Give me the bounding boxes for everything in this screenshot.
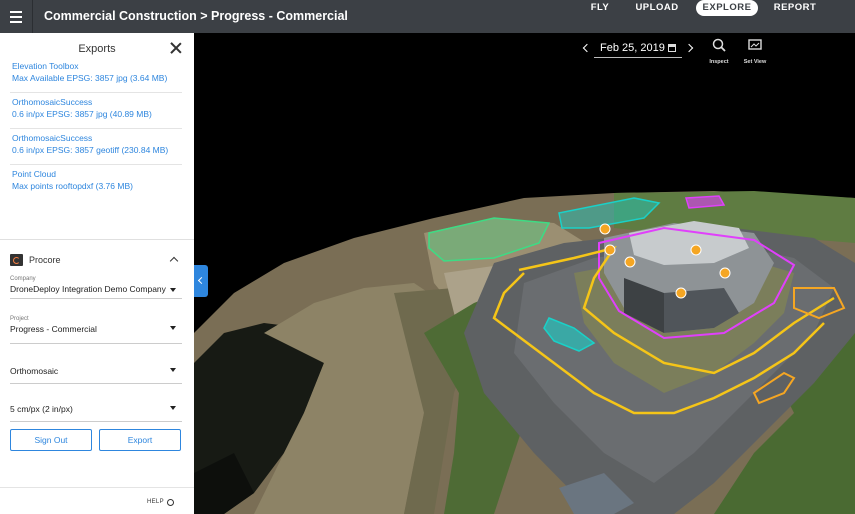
- exports-list[interactable]: Elevation Toolbox Max Available EPSG: 38…: [0, 63, 194, 203]
- export-button[interactable]: Export: [99, 429, 181, 451]
- field-underline: [10, 383, 182, 384]
- field-underline: [10, 343, 182, 344]
- caret-down-icon[interactable]: [170, 368, 176, 372]
- resolution-select[interactable]: 5 cm/px (2 in/px): [10, 404, 73, 414]
- export-name[interactable]: Point Cloud: [12, 169, 56, 179]
- divider: [10, 92, 182, 93]
- map-viewport[interactable]: [194, 33, 855, 514]
- export-details[interactable]: 0.6 in/px EPSG: 3857 jpg (40.89 MB): [12, 109, 152, 119]
- set-view-icon: [748, 39, 762, 50]
- export-details[interactable]: Max points rooftopdxf (3.76 MB): [12, 181, 133, 191]
- date-underline: [594, 57, 682, 58]
- project-label: Project: [10, 316, 29, 322]
- top-bar: Commercial Construction > Progress - Com…: [0, 0, 855, 33]
- export-name[interactable]: Elevation Toolbox: [12, 63, 78, 71]
- chevron-left-icon[interactable]: [582, 43, 592, 53]
- close-icon[interactable]: [170, 42, 182, 54]
- project-select[interactable]: Progress - Commercial: [10, 324, 97, 334]
- aerial-site-model: [194, 191, 855, 514]
- procore-logo-icon: [10, 254, 23, 266]
- divider: [0, 239, 194, 240]
- caret-down-icon[interactable]: [170, 288, 176, 292]
- inspect-label: Inspect: [709, 59, 729, 65]
- nav-fly[interactable]: FLY: [584, 0, 616, 16]
- nav-explore[interactable]: EXPLORE: [696, 0, 758, 16]
- caret-down-icon[interactable]: [170, 406, 176, 410]
- calendar-icon[interactable]: [668, 44, 676, 52]
- chevron-up-icon[interactable]: [169, 256, 179, 266]
- export-details[interactable]: Max Available EPSG: 3857 jpg (3.64 MB): [12, 73, 167, 83]
- inspect-tool-button[interactable]: Inspect: [702, 38, 736, 65]
- field-underline: [10, 421, 182, 422]
- page-title: Commercial Construction > Progress - Com…: [44, 9, 348, 23]
- export-name[interactable]: OrthomosaicSuccess: [12, 97, 92, 107]
- divider: [10, 128, 182, 129]
- field-underline: [10, 298, 182, 299]
- panel-title: Exports: [78, 43, 116, 55]
- nav-upload[interactable]: UPLOAD: [630, 0, 684, 16]
- hamburger-menu-icon[interactable]: [0, 0, 33, 33]
- collapse-panel-button[interactable]: [194, 265, 208, 297]
- map-toolbar: Feb 25, 2019 Inspect Set View: [194, 33, 855, 65]
- exports-panel: Exports Elevation Toolbox Max Available …: [0, 33, 194, 514]
- chevron-right-icon[interactable]: [684, 43, 694, 53]
- sign-out-button[interactable]: Sign Out: [10, 429, 92, 451]
- divider: [0, 487, 194, 488]
- panel-header: Exports: [0, 33, 194, 63]
- help-link[interactable]: HELP: [147, 499, 164, 505]
- export-name[interactable]: OrthomosaicSuccess: [12, 133, 92, 143]
- layer-select[interactable]: Orthomosaic: [10, 366, 58, 376]
- divider: [10, 164, 182, 165]
- survey-date[interactable]: Feb 25, 2019: [600, 42, 665, 54]
- procore-section-title: Procore: [29, 255, 61, 265]
- company-select[interactable]: DroneDeploy Integration Demo Company: [10, 284, 166, 294]
- company-label: Company: [10, 276, 36, 282]
- nav-report[interactable]: REPORT: [770, 0, 820, 16]
- caret-down-icon[interactable]: [170, 326, 176, 330]
- help-icon[interactable]: [167, 499, 174, 506]
- export-details[interactable]: 0.6 in/px EPSG: 3857 geotiff (230.84 MB): [12, 145, 168, 155]
- set-view-tool-button[interactable]: Set View: [738, 38, 772, 65]
- magnifier-icon: [712, 38, 726, 52]
- set-view-label: Set View: [743, 59, 767, 65]
